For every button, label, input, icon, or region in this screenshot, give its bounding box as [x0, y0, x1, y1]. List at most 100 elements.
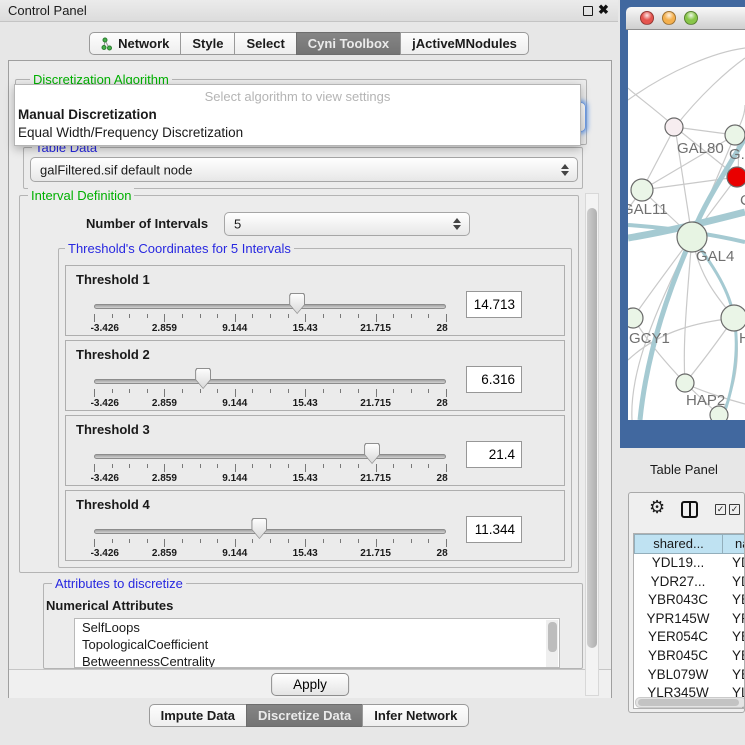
slider-ticks	[94, 539, 446, 548]
tab-cyni-toolbox[interactable]: Cyni Toolbox	[296, 32, 401, 55]
network-node-label: GCY1	[629, 330, 670, 347]
tick-mark	[393, 539, 394, 543]
tick-mark	[147, 314, 148, 318]
network-node[interactable]	[725, 125, 745, 145]
table-panel: ⚙ ✓ ✓ shared... na YDL19...YDL1YDR27...Y…	[628, 492, 745, 713]
table-horizontal-scrollbar[interactable]	[635, 697, 745, 708]
app-root: Control Panel ✖ NetworkStyleSelectCyni T…	[0, 0, 745, 745]
threshold-panel: Threshold 2 -3.4262.8599.14415.4321.7152…	[65, 340, 565, 411]
tick-label: 28	[437, 323, 448, 334]
network-canvas[interactable]: GAL80G.CGAL11GAL4GCY1HHAP2	[628, 30, 745, 420]
network-node-label: G.	[729, 146, 745, 163]
control-panel-body: Discretization Algorithm Select algorith…	[8, 60, 612, 698]
threshold-value-input[interactable]	[466, 291, 522, 318]
network-node[interactable]	[727, 167, 745, 187]
num-intervals-combo[interactable]: 5	[224, 212, 470, 236]
columns-icon[interactable]	[681, 501, 698, 518]
panel-vertical-scrollbar[interactable]	[585, 193, 599, 696]
slider-thumb[interactable]	[195, 368, 211, 389]
table-row[interactable]: YBR045CYBR0	[634, 647, 745, 666]
slider-thumb[interactable]	[251, 518, 267, 539]
gear-icon[interactable]: ⚙	[649, 497, 665, 518]
tick-mark	[164, 389, 165, 397]
network-graph: GAL80G.CGAL11GAL4GCY1HHAP2	[628, 30, 745, 420]
table-data-group: Table Data galFiltered.sif default node	[23, 147, 583, 189]
table-row[interactable]: YER054CYER0	[634, 628, 745, 647]
table-data-combo[interactable]: galFiltered.sif default node	[30, 157, 578, 182]
tick-mark	[147, 389, 148, 393]
apply-button[interactable]: Apply	[271, 673, 349, 696]
tab-label: Select	[246, 33, 284, 54]
table-cell-name: YER0	[732, 628, 745, 647]
table-row[interactable]: YBR043CYBR0	[634, 591, 745, 610]
table-row[interactable]: YBL079WYBL0	[634, 666, 745, 685]
slider-track[interactable]	[94, 454, 446, 459]
tick-mark	[446, 389, 447, 397]
column-header-name[interactable]: na	[722, 534, 745, 554]
slider-track[interactable]	[94, 529, 446, 534]
table-horizontal-scrollbar-thumb[interactable]	[638, 699, 739, 706]
tick-label: 2.859	[152, 398, 177, 409]
table-cell-shared-name: YBR045C	[634, 647, 722, 666]
table-cell-name: YPR1	[732, 610, 745, 629]
network-node[interactable]	[628, 308, 643, 328]
network-window-titlebar[interactable]	[626, 7, 745, 30]
slider-track[interactable]	[94, 379, 446, 384]
tab-discretize-data[interactable]: Discretize Data	[246, 704, 363, 727]
threshold-panel: Threshold 3 -3.4262.8599.14415.4321.7152…	[65, 415, 565, 486]
slider-thumb[interactable]	[364, 443, 380, 464]
tab-impute-data[interactable]: Impute Data	[149, 704, 247, 727]
column-header-shared-name[interactable]: shared...	[634, 534, 723, 554]
algorithm-option[interactable]: Manual Discretization	[18, 107, 157, 122]
tick-mark	[200, 389, 201, 393]
tab-style[interactable]: Style	[180, 32, 235, 55]
threshold-value-input[interactable]	[466, 366, 522, 393]
zoom-traffic-light[interactable]	[684, 11, 698, 25]
network-node[interactable]	[676, 374, 694, 392]
close-icon[interactable]: ✖	[598, 2, 609, 18]
table-panel-header: Table Panel	[620, 448, 745, 492]
tick-mark	[288, 539, 289, 543]
network-icon	[101, 37, 113, 51]
attributes-scrollbar-thumb[interactable]	[548, 622, 557, 652]
tick-label: -3.426	[91, 398, 119, 409]
tick-mark	[200, 314, 201, 318]
tick-label: 15.43	[293, 323, 318, 334]
tab-jactivemnodules[interactable]: jActiveMNodules	[400, 32, 529, 55]
algorithm-option[interactable]: Equal Width/Frequency Discretization	[18, 125, 243, 140]
network-node[interactable]	[665, 118, 683, 136]
minimize-traffic-light[interactable]	[662, 11, 676, 25]
close-traffic-light[interactable]	[640, 11, 654, 25]
tick-mark	[182, 314, 183, 318]
tick-label: 15.43	[293, 548, 318, 559]
tick-mark	[323, 389, 324, 393]
tick-mark	[129, 389, 130, 393]
attribute-item[interactable]: BetweennessCentrality	[75, 653, 559, 668]
checkbox-icon[interactable]: ✓	[715, 504, 726, 515]
tick-mark	[112, 314, 113, 318]
panel-vertical-scrollbar-thumb[interactable]	[587, 208, 597, 648]
attribute-item[interactable]: SelfLoops	[75, 619, 559, 636]
tick-mark	[235, 389, 236, 397]
threshold-panel: Threshold 4 -3.4262.8599.14415.4321.7152…	[65, 490, 565, 561]
combo-stepper-icon	[453, 218, 461, 230]
tab-infer-network[interactable]: Infer Network	[362, 704, 469, 727]
tick-mark	[358, 314, 359, 318]
tick-mark	[446, 539, 447, 547]
threshold-value-input[interactable]	[466, 516, 522, 543]
attribute-item[interactable]: TopologicalCoefficient	[75, 636, 559, 653]
network-node[interactable]	[721, 305, 745, 331]
tab-network[interactable]: Network	[89, 32, 181, 55]
table-row[interactable]: YDR27...YDR2	[634, 573, 745, 592]
network-node[interactable]	[631, 179, 653, 201]
slider-track[interactable]	[94, 304, 446, 309]
table-row[interactable]: YPR145WYPR1	[634, 610, 745, 629]
table-row[interactable]: YDL19...YDL1	[634, 554, 745, 573]
checkbox-icon[interactable]: ✓	[729, 504, 740, 515]
slider-thumb[interactable]	[289, 293, 305, 314]
attributes-scrollbar[interactable]	[546, 620, 558, 668]
float-icon[interactable]	[583, 6, 593, 16]
slider-tick-labels: -3.4262.8599.14415.4321.71528	[94, 398, 446, 410]
threshold-value-input[interactable]	[466, 441, 522, 468]
tab-select[interactable]: Select	[234, 32, 296, 55]
